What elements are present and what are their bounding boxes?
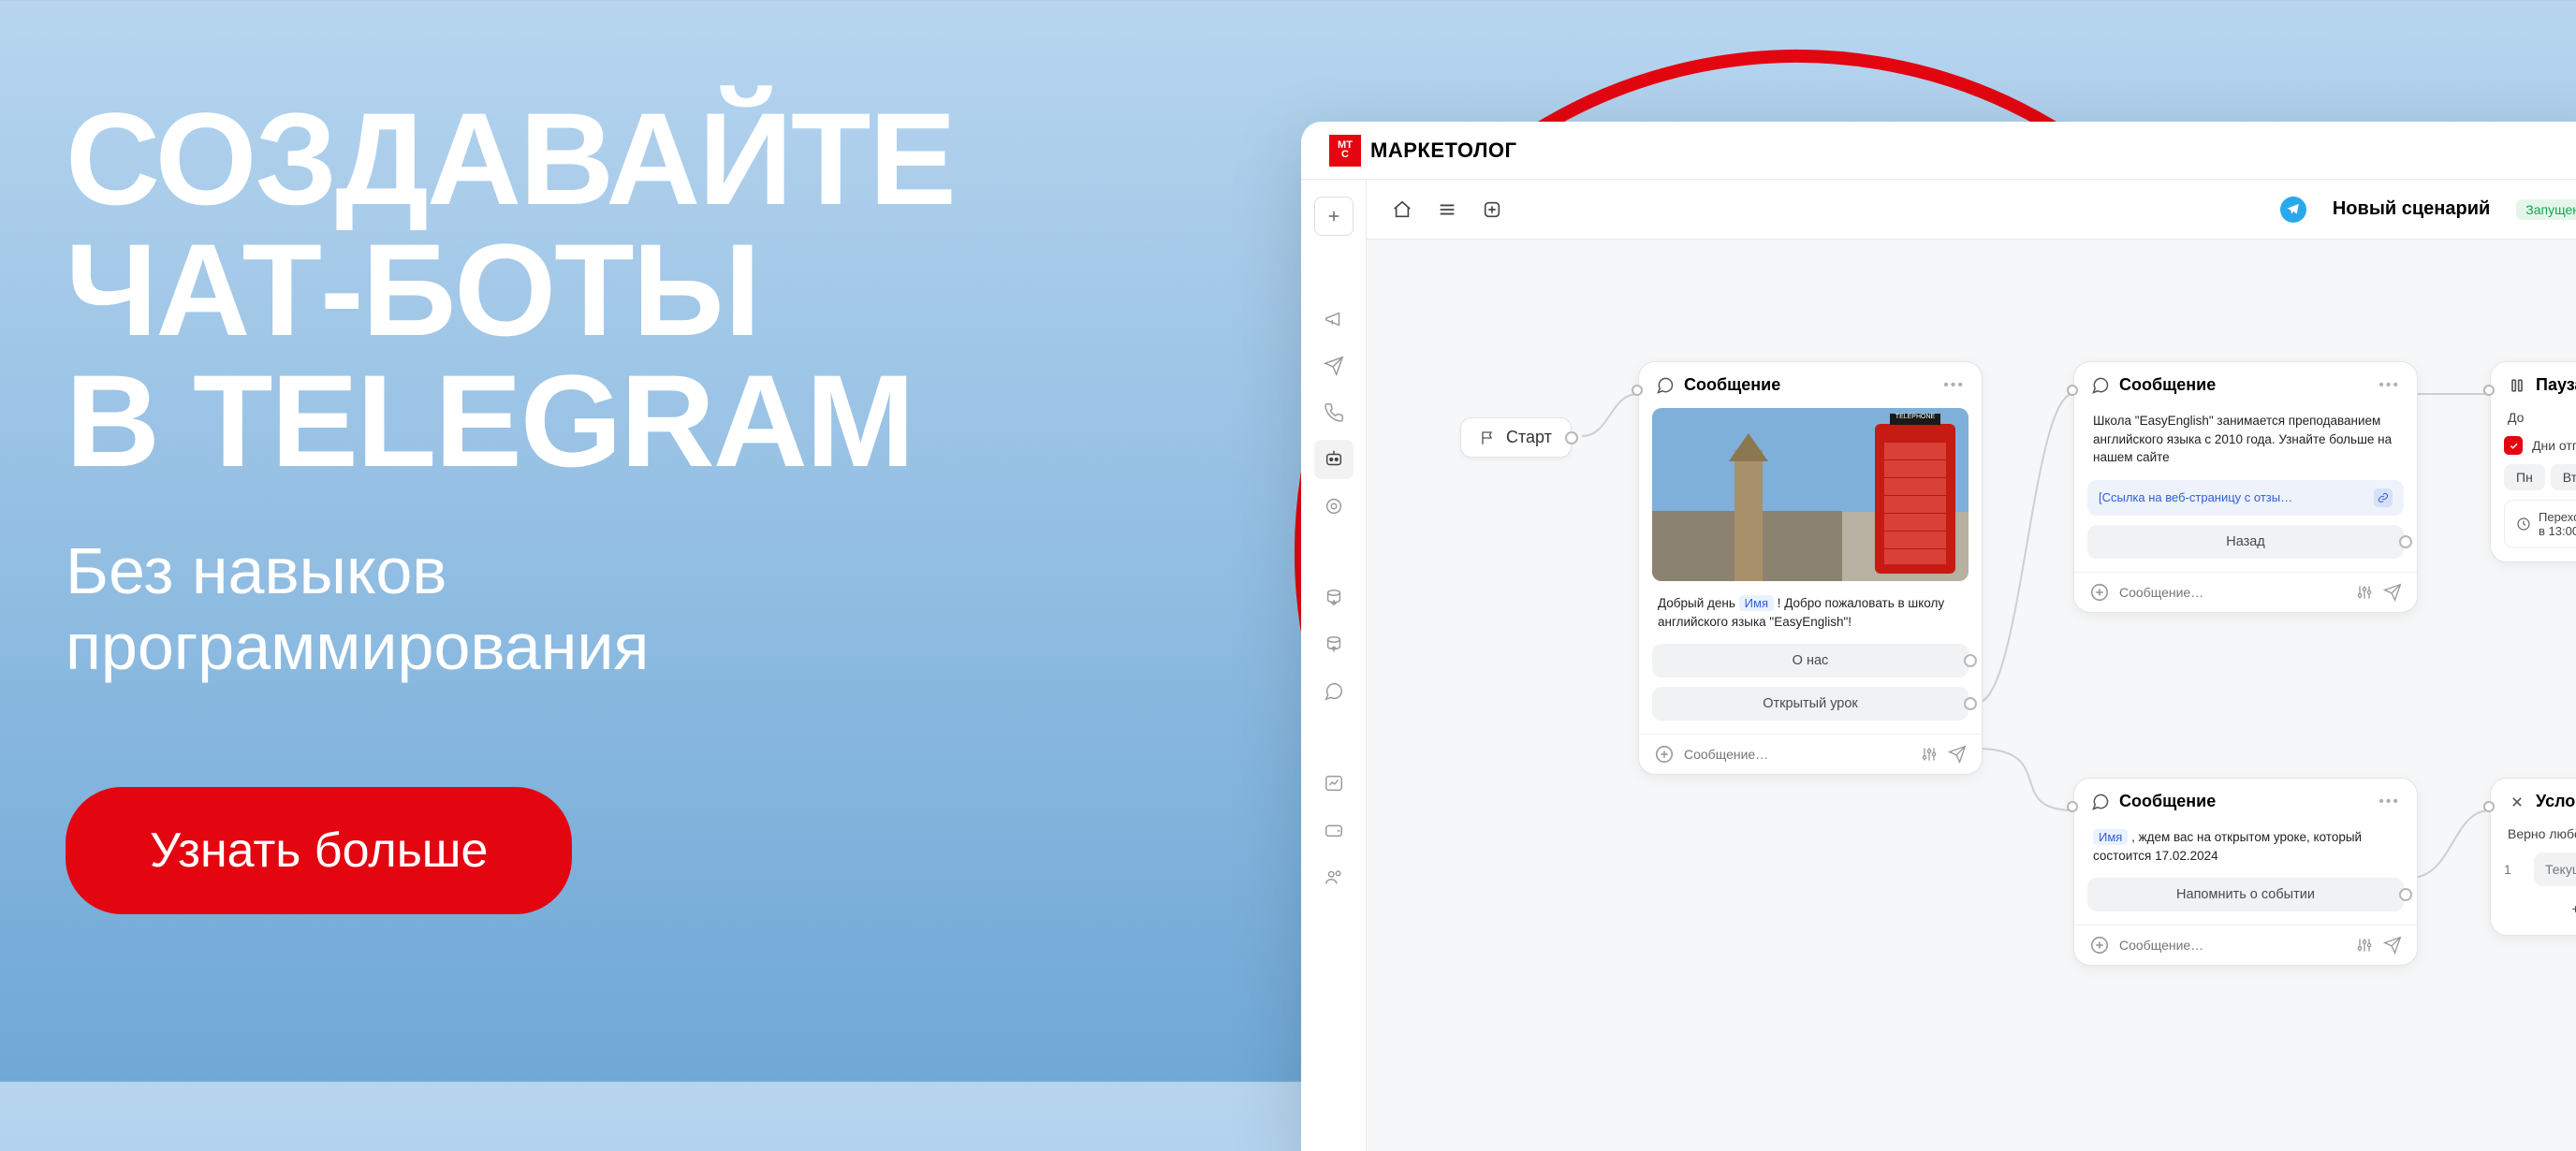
pause-icon xyxy=(2508,376,2526,395)
about-button[interactable]: О нас xyxy=(1652,644,1969,677)
back-button[interactable]: Назад xyxy=(2087,525,2404,559)
transit-row[interactable]: Переход к с в 13:00 (GM xyxy=(2504,500,2576,548)
more-icon[interactable]: ••• xyxy=(1943,377,1965,394)
menu-icon[interactable] xyxy=(1434,197,1460,223)
cond-subtitle: Верно любое и xyxy=(2504,824,2576,843)
chat-icon[interactable] xyxy=(1314,672,1354,711)
send-icon[interactable] xyxy=(2383,583,2402,602)
cond-input[interactable]: Текущая д xyxy=(2534,852,2576,886)
message-input[interactable] xyxy=(1684,747,1910,762)
message-icon xyxy=(2091,793,2110,811)
toolbar: Новый сценарий Запущен xyxy=(1367,180,2576,240)
send-icon[interactable] xyxy=(1314,346,1354,386)
condition-node[interactable]: Условие Верно любое и 1 Текущая д + Доба xyxy=(2490,778,2576,936)
message-icon xyxy=(2091,376,2110,395)
start-node[interactable]: Старт xyxy=(1460,417,1572,458)
node-body-text: Школа "EasyEnglish" занимается преподава… xyxy=(2087,408,2404,471)
add-message-icon[interactable] xyxy=(2089,582,2110,603)
message-input[interactable] xyxy=(2119,938,2346,953)
clock-icon xyxy=(2516,517,2531,532)
days-label: Дни отпра xyxy=(2528,436,2576,455)
more-icon[interactable]: ••• xyxy=(2378,377,2400,394)
brand-name: МАРКЕТОЛОГ xyxy=(1370,138,1516,163)
brand-logo: МТС xyxy=(1329,135,1361,167)
until-label: До xyxy=(2504,408,2576,427)
day-mon[interactable]: Пн xyxy=(2504,464,2545,490)
link-pill[interactable]: [Ссылка на веб-страницу с отзы… xyxy=(2087,480,2404,516)
add-box-icon[interactable] xyxy=(1479,197,1505,223)
banner-title: СОЗДАВАЙТЕ ЧАТ-БОТЫ В TELEGRAM xyxy=(66,94,1189,487)
db-out-icon[interactable] xyxy=(1314,625,1354,664)
remind-button[interactable]: Напомнить о событии xyxy=(2087,878,2404,911)
message-icon xyxy=(1656,376,1675,395)
sliders-icon[interactable] xyxy=(2355,936,2374,954)
message-node-2[interactable]: Сообщение ••• Школа "EasyEnglish" занима… xyxy=(2073,361,2418,613)
phone-icon[interactable] xyxy=(1314,393,1354,432)
status-badge: Запущен xyxy=(2516,199,2576,220)
app-window: МТС МАРКЕТОЛОГ xyxy=(1301,122,2576,1151)
link-icon xyxy=(2374,488,2393,507)
add-button[interactable] xyxy=(1314,197,1354,236)
name-token: Имя xyxy=(1739,595,1774,611)
bot-icon[interactable] xyxy=(1314,440,1354,479)
add-condition-button[interactable]: + Доба xyxy=(2504,896,2576,922)
condition-icon xyxy=(2508,793,2526,811)
message-node-3[interactable]: Сообщение ••• Имя , ждем вас на открытом… xyxy=(2073,778,2418,966)
pause-node[interactable]: Пауза До Дни отпра Пн Вт xyxy=(2490,361,2576,562)
people-icon[interactable] xyxy=(1314,857,1354,896)
add-message-icon[interactable] xyxy=(2089,935,2110,955)
sliders-icon[interactable] xyxy=(2355,583,2374,602)
node-title: Сообщение xyxy=(1684,375,1934,395)
more-icon[interactable]: ••• xyxy=(2378,794,2400,810)
node-title: Условие xyxy=(2536,792,2576,811)
cond-number: 1 xyxy=(2504,862,2525,877)
send-icon[interactable] xyxy=(1948,745,1967,764)
greeting-text: Добрый день Имя ! Добро пожаловать в шко… xyxy=(1652,590,1969,634)
home-icon[interactable] xyxy=(1389,197,1415,223)
db-in-icon[interactable] xyxy=(1314,578,1354,618)
send-icon[interactable] xyxy=(2383,936,2402,954)
checkbox-days[interactable] xyxy=(2504,436,2523,455)
message-input[interactable] xyxy=(2119,585,2346,600)
message-node-1[interactable]: Сообщение ••• TELEPHONE Добрый день Имя … xyxy=(1638,361,1983,775)
chart-icon[interactable] xyxy=(1314,764,1354,803)
target-icon[interactable] xyxy=(1314,487,1354,526)
megaphone-icon[interactable] xyxy=(1314,299,1354,339)
flow-canvas[interactable]: Старт Сообщение ••• xyxy=(1367,240,2576,1151)
node-title: Пауза xyxy=(2536,375,2576,395)
banner-subtitle: Без навыков программирования xyxy=(66,533,1189,684)
telegram-icon xyxy=(2280,197,2306,223)
wallet-icon[interactable] xyxy=(1314,810,1354,850)
flag-icon xyxy=(1480,430,1497,446)
node-image: TELEPHONE xyxy=(1652,408,1969,581)
open-lesson-button[interactable]: Открытый урок xyxy=(1652,687,1969,721)
start-label: Старт xyxy=(1506,428,1552,447)
add-message-icon[interactable] xyxy=(1654,744,1675,765)
sliders-icon[interactable] xyxy=(1920,745,1939,764)
node-title: Сообщение xyxy=(2119,375,2369,395)
node-title: Сообщение xyxy=(2119,792,2369,811)
cta-learn-more-button[interactable]: Узнать больше xyxy=(66,787,572,914)
app-header: МТС МАРКЕТОЛОГ xyxy=(1301,122,2576,180)
sidebar xyxy=(1301,180,1367,1151)
scenario-title: Новый сценарий xyxy=(2333,198,2490,220)
node-body-text: Имя , ждем вас на открытом уроке, которы… xyxy=(2087,824,2404,868)
name-token: Имя xyxy=(2093,829,2128,845)
day-tue[interactable]: Вт xyxy=(2551,464,2576,490)
